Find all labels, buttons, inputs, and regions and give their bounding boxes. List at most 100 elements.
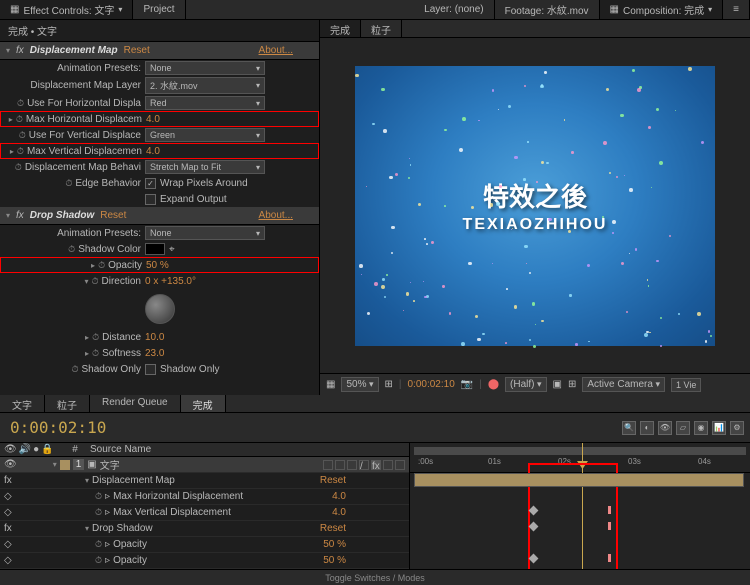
- stopwatch-icon[interactable]: ⏱: [15, 162, 22, 173]
- value-link[interactable]: 4.0: [332, 507, 346, 518]
- channel-icon[interactable]: ⬤: [488, 379, 499, 390]
- tab-composition[interactable]: ▦Composition: 完成▾: [600, 0, 724, 19]
- layer-row-1[interactable]: 👁 ▾ 1 ▣ 文字 /fx: [0, 457, 409, 473]
- value-link[interactable]: 50 %: [323, 539, 346, 550]
- prop-row[interactable]: ◇⏱▹Max Vertical Displacement4.0: [0, 505, 409, 521]
- eye-icon[interactable]: 👁: [4, 459, 17, 470]
- timeline-tab-particles[interactable]: 粒子: [45, 395, 90, 412]
- dropdown-use-v[interactable]: Green: [145, 128, 265, 142]
- brainstorm-icon[interactable]: ⚙: [730, 421, 744, 435]
- current-time[interactable]: 0:00:02:10: [408, 379, 455, 390]
- eye-column-icon[interactable]: 👁: [4, 444, 17, 455]
- draft-icon[interactable]: ◐: [640, 421, 654, 435]
- reset-link[interactable]: Reset: [100, 210, 126, 221]
- keyframe-icon[interactable]: [608, 522, 611, 530]
- guides-icon[interactable]: ⊞: [568, 379, 576, 390]
- effect-header-displacement-map[interactable]: ▾ fx Displacement Map Reset About...: [0, 42, 319, 60]
- stopwatch-icon[interactable]: ⏱: [19, 130, 26, 141]
- motion-blur-icon[interactable]: ◉: [694, 421, 708, 435]
- zoom-dropdown[interactable]: 50% ▾: [341, 377, 378, 392]
- checkbox-expand[interactable]: [145, 194, 156, 205]
- disclosure-icon[interactable]: ▸: [9, 115, 13, 124]
- solo-column-icon[interactable]: ●: [33, 444, 39, 455]
- stopwatch-icon[interactable]: ⏱: [17, 146, 24, 157]
- eyedropper-icon[interactable]: ⌖: [169, 244, 175, 255]
- timeline-graph[interactable]: :00s 01s 02s 03s 04s: [410, 443, 750, 569]
- dropdown-presets[interactable]: None: [145, 226, 265, 240]
- timeline-tab-render-queue[interactable]: Render Queue: [90, 395, 181, 412]
- effect-header-drop-shadow[interactable]: ▾ fx Drop Shadow Reset About...: [0, 207, 319, 225]
- region-icon[interactable]: ▣: [553, 379, 562, 390]
- stopwatch-icon[interactable]: ⏱: [92, 276, 99, 287]
- about-link[interactable]: About...: [259, 45, 293, 56]
- color-swatch[interactable]: [145, 243, 165, 255]
- disclosure-icon[interactable]: ▾: [84, 277, 88, 286]
- timeline-tab-text[interactable]: 文字: [0, 395, 45, 412]
- dropdown-use-h[interactable]: Red: [145, 96, 265, 110]
- resolution-icon[interactable]: ⊞: [385, 379, 393, 390]
- stopwatch-icon[interactable]: ⏱: [17, 98, 24, 109]
- shy-icon[interactable]: 👁: [658, 421, 672, 435]
- toggle-switches-modes[interactable]: Toggle Switches / Modes: [0, 569, 750, 585]
- timeline-tab-done[interactable]: 完成: [181, 395, 226, 412]
- disclosure-icon[interactable]: ▸: [91, 261, 95, 270]
- column-source-name[interactable]: Source Name: [90, 444, 409, 455]
- value-opacity[interactable]: 50 %: [146, 260, 169, 271]
- prop-row[interactable]: fx▾Drop ShadowReset: [0, 521, 409, 537]
- graph-icon[interactable]: 📊: [712, 421, 726, 435]
- value-softness[interactable]: 23.0: [145, 348, 164, 359]
- grid-icon[interactable]: ▦: [326, 379, 335, 390]
- value-max-h[interactable]: 4.0: [146, 114, 160, 125]
- value-direction[interactable]: 0 x +135.0°: [145, 276, 196, 287]
- dropdown-presets[interactable]: None: [145, 61, 265, 75]
- prop-row[interactable]: ◇⏱▹Opacity50 %: [0, 537, 409, 553]
- composition-viewer[interactable]: 特效之後 TEXIAOZHIHOU: [320, 38, 750, 373]
- checkbox-shadow-only[interactable]: [145, 364, 156, 375]
- frame-blend-icon[interactable]: ▱: [676, 421, 690, 435]
- prop-row[interactable]: fx▾Displacement MapReset: [0, 473, 409, 489]
- audio-column-icon[interactable]: 🔊: [19, 444, 31, 455]
- value-link[interactable]: 50 %: [323, 555, 346, 566]
- quality-dropdown[interactable]: (Half) ▾: [505, 377, 546, 392]
- work-area-bar[interactable]: [414, 447, 746, 455]
- dropdown-behavior[interactable]: Stretch Map to Fit: [145, 160, 265, 174]
- keyframe-icon[interactable]: [608, 554, 611, 562]
- disclosure-icon[interactable]: ▾: [6, 46, 10, 55]
- layer-bar[interactable]: [414, 473, 744, 487]
- comp-tab-particles[interactable]: 粒子: [361, 20, 402, 37]
- comp-tab-done[interactable]: 完成: [320, 20, 361, 37]
- stopwatch-icon[interactable]: ⏱: [71, 364, 78, 375]
- stopwatch-icon[interactable]: ⏱: [68, 244, 75, 255]
- tab-footage[interactable]: Footage: 水紋.mov: [495, 0, 600, 19]
- timeline-timecode[interactable]: 0:00:02:10: [0, 418, 116, 437]
- tab-layer[interactable]: Layer: (none): [414, 0, 494, 19]
- stopwatch-icon[interactable]: ⏱: [16, 114, 23, 125]
- stopwatch-icon[interactable]: ⏱: [92, 348, 99, 359]
- stopwatch-icon[interactable]: ⏱: [92, 332, 99, 343]
- value-distance[interactable]: 10.0: [145, 332, 164, 343]
- snapshot-icon[interactable]: 📷: [461, 379, 473, 390]
- disclosure-icon[interactable]: ▸: [85, 349, 89, 358]
- reset-link[interactable]: Reset: [124, 45, 150, 56]
- view-dropdown[interactable]: 1 Vie: [671, 378, 701, 392]
- direction-dial[interactable]: [145, 294, 175, 324]
- checkbox-wrap[interactable]: ✓: [145, 178, 156, 189]
- search-icon[interactable]: 🔍: [622, 421, 636, 435]
- prop-row[interactable]: ◇⏱▹Opacity50 %: [0, 553, 409, 569]
- disclosure-icon[interactable]: ▸: [10, 147, 14, 156]
- reset-link[interactable]: Reset: [320, 475, 346, 486]
- camera-dropdown[interactable]: Active Camera ▾: [582, 377, 665, 392]
- prop-row[interactable]: ◇⏱▹Max Horizontal Displacement4.0: [0, 489, 409, 505]
- tab-effect-controls[interactable]: ▦Effect Controls: 文字▾: [0, 0, 133, 19]
- value-max-v[interactable]: 4.0: [146, 146, 160, 157]
- dropdown-map-layer[interactable]: 2. 水紋.mov: [145, 77, 265, 94]
- reset-link[interactable]: Reset: [320, 523, 346, 534]
- about-link[interactable]: About...: [259, 210, 293, 221]
- disclosure-icon[interactable]: ▸: [85, 333, 89, 342]
- disclosure-icon[interactable]: ▾: [6, 211, 10, 220]
- lock-column-icon[interactable]: 🔒: [41, 444, 53, 455]
- keyframe-icon[interactable]: [608, 506, 611, 514]
- stopwatch-icon[interactable]: ⏱: [98, 260, 105, 271]
- stopwatch-icon[interactable]: ⏱: [65, 178, 72, 189]
- panel-menu[interactable]: ≡: [723, 0, 750, 19]
